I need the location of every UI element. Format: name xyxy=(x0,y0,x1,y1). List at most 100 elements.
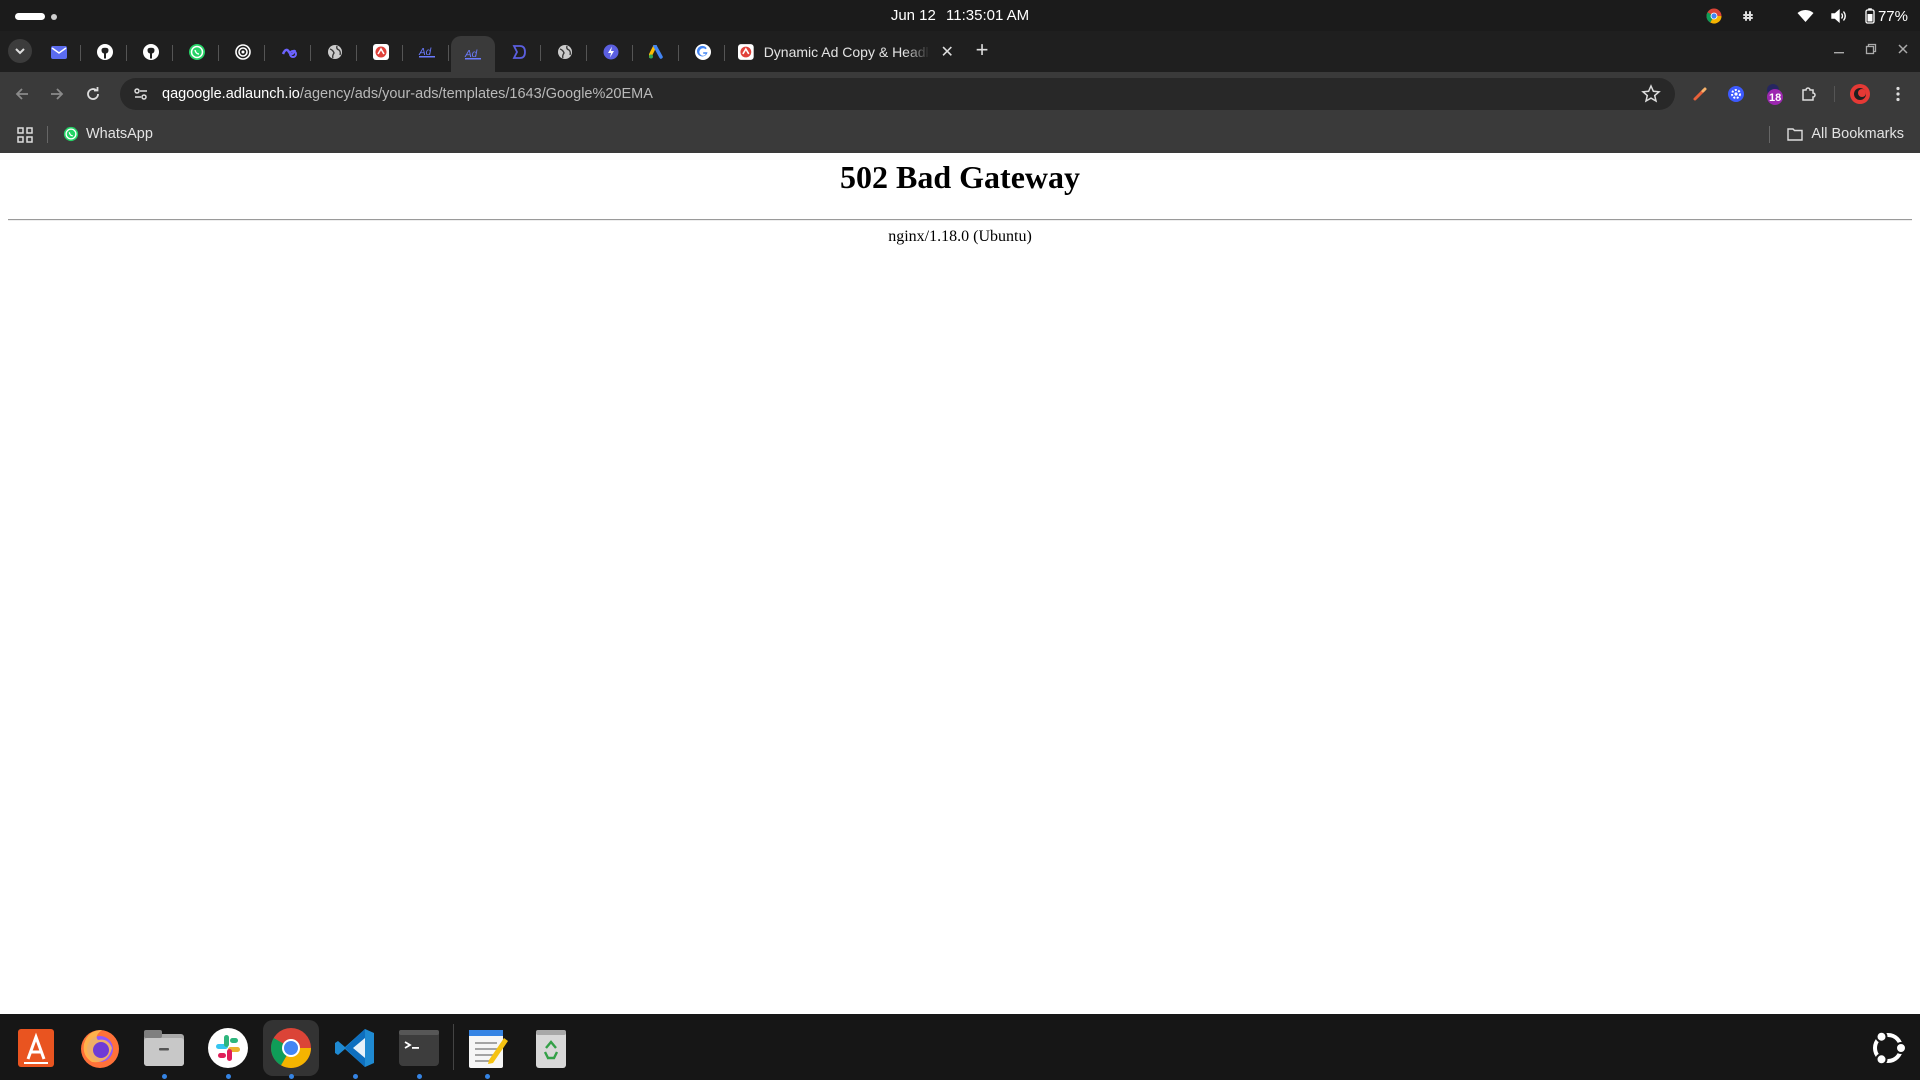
url-host: qagoogle.adlaunch.io xyxy=(162,86,300,102)
tab-whatsapp[interactable] xyxy=(175,35,219,69)
page-content: 502 Bad Gateway nginx/1.18.0 (Ubuntu) xyxy=(0,153,1920,1014)
close-tab-icon[interactable]: ✕ xyxy=(938,42,956,62)
extension-pen[interactable] xyxy=(1688,82,1712,106)
dock-chrome[interactable] xyxy=(263,1020,319,1079)
forward-button[interactable] xyxy=(45,82,69,106)
infinity-icon xyxy=(281,48,297,58)
tab-bracket[interactable] xyxy=(497,35,541,69)
adlaunch-icon: Ad xyxy=(464,49,481,60)
files-icon xyxy=(144,1030,184,1066)
dock-slack[interactable] xyxy=(200,1020,256,1079)
back-button[interactable] xyxy=(10,82,34,106)
ubuntu-logo-icon[interactable] xyxy=(1868,1028,1908,1068)
site-info-button[interactable] xyxy=(126,79,156,109)
arrow-right-icon xyxy=(51,88,64,100)
dock-firefox[interactable] xyxy=(72,1020,128,1076)
bookmark-whatsapp[interactable]: WhatsApp xyxy=(63,123,153,145)
chrome-tray-icon[interactable] xyxy=(1705,7,1723,25)
tab-adlaunch[interactable]: Ad xyxy=(405,35,449,69)
browser-tab-strip: Ad Ad Dynamic Ad Copy & Headline ✕ + xyxy=(0,31,1920,72)
page-title: 502 Bad Gateway xyxy=(840,159,1080,195)
all-bookmarks-label: All Bookmarks xyxy=(1811,126,1904,142)
battery-icon xyxy=(1865,8,1875,24)
mail-icon xyxy=(51,45,67,59)
target-icon xyxy=(235,44,251,60)
whatsapp-icon xyxy=(189,44,205,60)
wifi-icon[interactable] xyxy=(1797,7,1815,25)
bracket-icon xyxy=(512,45,526,59)
google-ads-icon xyxy=(649,45,663,59)
tab-gmail[interactable] xyxy=(37,35,81,69)
reload-button[interactable] xyxy=(81,82,105,106)
tab-google-ads[interactable] xyxy=(635,35,679,69)
adlaunch-icon: Ad xyxy=(418,47,435,58)
battery-percent: 77% xyxy=(1877,7,1908,25)
bolt-icon xyxy=(603,44,619,60)
gear-icon xyxy=(1728,86,1744,102)
app-center-icon xyxy=(18,1029,54,1067)
tab-globe[interactable] xyxy=(313,35,357,69)
tab-google[interactable] xyxy=(681,35,725,69)
volume-icon[interactable] xyxy=(1831,7,1849,25)
tab-title: Dynamic Ad Copy & Headline xyxy=(763,44,931,60)
bookmark-star-icon[interactable] xyxy=(1641,84,1661,104)
dock xyxy=(0,1014,1920,1080)
vscode-icon xyxy=(335,1029,374,1067)
close-window-icon[interactable] xyxy=(1894,39,1912,59)
tab-github[interactable] xyxy=(83,35,127,69)
extension-badge[interactable]: 18 xyxy=(1763,82,1787,106)
tab-target[interactable] xyxy=(221,35,265,69)
google-icon xyxy=(695,44,711,60)
all-bookmarks-button[interactable]: All Bookmarks xyxy=(1787,123,1904,145)
extensions-menu-button[interactable] xyxy=(1797,82,1821,106)
pen-icon xyxy=(1693,87,1707,101)
terminal-icon xyxy=(399,1030,439,1066)
dock-text-editor[interactable] xyxy=(459,1020,515,1079)
address-bar[interactable]: qagoogle.adlaunch.io/agency/ads/your-ads… xyxy=(120,78,1675,110)
profile-avatar[interactable] xyxy=(1848,82,1872,106)
tune-icon xyxy=(134,88,147,100)
slack-tray-icon[interactable] xyxy=(1739,7,1757,25)
minimize-icon[interactable] xyxy=(1830,39,1848,59)
firefox-icon xyxy=(81,1030,119,1068)
dock-app-center[interactable] xyxy=(8,1020,64,1076)
tab-adlaunch-red[interactable] xyxy=(359,35,403,69)
tab-github-2[interactable] xyxy=(129,35,173,69)
tab-search-button[interactable] xyxy=(8,39,32,63)
tab-infinity[interactable] xyxy=(267,35,311,69)
chrome-icon xyxy=(271,1028,311,1068)
extension-gear[interactable] xyxy=(1724,82,1748,106)
tab-dynamic-ad-copy[interactable]: Dynamic Ad Copy & Headline ✕ xyxy=(730,35,964,69)
url-text[interactable]: qagoogle.adlaunch.io/agency/ads/your-ads… xyxy=(162,86,653,102)
adlaunch-icon xyxy=(373,44,389,60)
apps-grid-icon[interactable] xyxy=(16,126,34,144)
chrome-menu-button[interactable] xyxy=(1886,82,1910,106)
tab-adlaunch-active[interactable]: Ad xyxy=(451,36,495,72)
avatar xyxy=(1850,84,1870,104)
new-tab-button[interactable]: + xyxy=(970,39,994,63)
github-icon xyxy=(97,44,113,60)
clock[interactable]: Jun 12 11:35:01 AM xyxy=(0,7,1920,24)
bookmarks-bar: WhatsApp All Bookmarks xyxy=(0,116,1920,153)
reload-icon xyxy=(87,87,99,100)
restore-icon[interactable] xyxy=(1862,39,1880,59)
tab-globe-2[interactable] xyxy=(543,35,587,69)
dock-terminal[interactable] xyxy=(391,1020,447,1079)
globe-icon xyxy=(558,45,572,59)
tab-bolt[interactable] xyxy=(589,35,633,69)
dock-trash[interactable] xyxy=(523,1020,579,1076)
adlaunch-icon xyxy=(738,44,754,60)
dock-vscode[interactable] xyxy=(327,1020,383,1079)
chevron-down-icon xyxy=(15,47,25,54)
battery-indicator[interactable]: 77% xyxy=(1865,8,1908,25)
desktop-screen: Jun 12 11:35:01 AM 77% Ad Ad Dynamic Ad … xyxy=(0,0,1920,1080)
system-tray[interactable]: 77% xyxy=(1705,5,1908,27)
window-controls xyxy=(1830,39,1912,59)
bookmark-label: WhatsApp xyxy=(86,126,153,142)
horizontal-rule xyxy=(8,219,1912,221)
github-icon xyxy=(143,44,159,60)
clock-date: Jun 12 xyxy=(890,7,936,24)
dock-files[interactable] xyxy=(136,1020,192,1079)
extension-badge-count: 18 xyxy=(1769,92,1782,104)
server-signature: nginx/1.18.0 (Ubuntu) xyxy=(888,228,1032,245)
